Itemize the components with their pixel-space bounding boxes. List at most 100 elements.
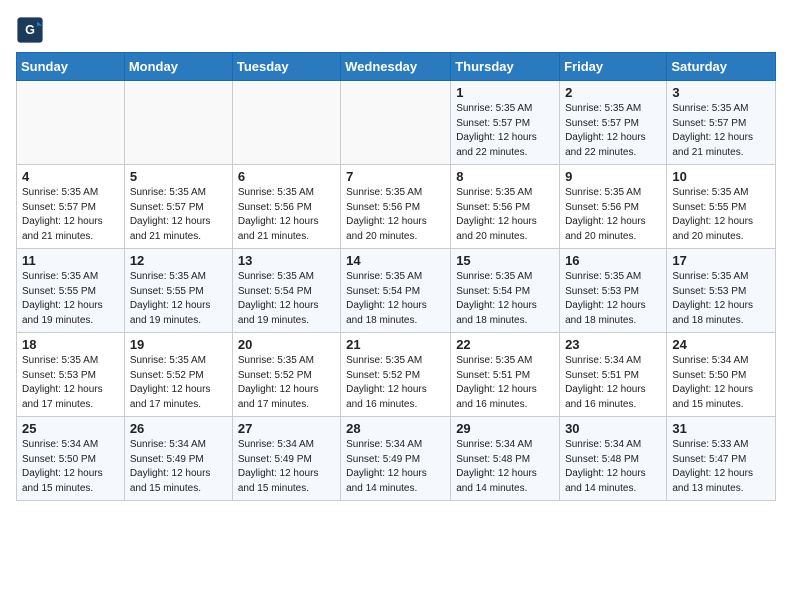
- day-info: Sunrise: 5:35 AM Sunset: 5:57 PM Dayligh…: [22, 186, 119, 244]
- calendar-cell: 7 Sunrise: 5:35 AM Sunset: 5:56 PM Daylig…: [341, 165, 451, 249]
- day-info: Sunrise: 5:35 AM Sunset: 5:54 PM Dayligh…: [346, 270, 445, 328]
- day-number: 2: [565, 85, 661, 100]
- day-number: 29: [456, 421, 554, 436]
- calendar-cell: 10 Sunrise: 5:35 AM Sunset: 5:55 PM Dayli…: [667, 165, 776, 249]
- calendar-cell: 16Sunrise: 5:35 AM Sunset: 5:53 PM Dayli…: [560, 249, 667, 333]
- day-info: Sunrise: 5:35 AM Sunset: 5:57 PM Dayligh…: [456, 102, 554, 160]
- day-number: 6: [238, 169, 335, 184]
- day-info: Sunrise: 5:34 AM Sunset: 5:50 PM Dayligh…: [22, 438, 119, 496]
- calendar-cell: [124, 81, 232, 165]
- day-number: 19: [130, 337, 227, 352]
- calendar-cell: 29 Sunrise: 5:34 AM Sunset: 5:48 PM Dayli…: [451, 417, 560, 501]
- day-number: 13: [238, 253, 335, 268]
- day-info: Sunrise: 5:35 AM Sunset: 5:52 PM Dayligh…: [238, 354, 335, 412]
- calendar-cell: 1 Sunrise: 5:35 AM Sunset: 5:57 PM Daylig…: [451, 81, 560, 165]
- day-info: Sunrise: 5:34 AM Sunset: 5:48 PM Dayligh…: [565, 438, 661, 496]
- day-info: Sunrise: 5:34 AM Sunset: 5:50 PM Dayligh…: [672, 354, 770, 412]
- day-number: 18: [22, 337, 119, 352]
- day-number: 3: [672, 85, 770, 100]
- calendar-cell: 11Sunrise: 5:35 AM Sunset: 5:55 PM Dayli…: [17, 249, 125, 333]
- calendar-week-row: 11Sunrise: 5:35 AM Sunset: 5:55 PM Dayli…: [17, 249, 776, 333]
- day-info: Sunrise: 5:35 AM Sunset: 5:52 PM Dayligh…: [346, 354, 445, 412]
- day-number: 10: [672, 169, 770, 184]
- calendar-cell: 18 Sunrise: 5:35 AM Sunset: 5:53 PM Dayli…: [17, 333, 125, 417]
- day-number: 27: [238, 421, 335, 436]
- day-number: 15: [456, 253, 554, 268]
- day-info: Sunrise: 5:35 AM Sunset: 5:55 PM Dayligh…: [22, 270, 119, 328]
- day-number: 14: [346, 253, 445, 268]
- day-number: 8: [456, 169, 554, 184]
- day-number: 22: [456, 337, 554, 352]
- calendar-cell: [17, 81, 125, 165]
- day-info: Sunrise: 5:35 AM Sunset: 5:56 PM Dayligh…: [565, 186, 661, 244]
- day-info: Sunrise: 5:35 AM Sunset: 5:57 PM Dayligh…: [565, 102, 661, 160]
- calendar-cell: 22 Sunrise: 5:35 AM Sunset: 5:51 PM Dayli…: [451, 333, 560, 417]
- day-number: 20: [238, 337, 335, 352]
- calendar-cell: 21 Sunrise: 5:35 AM Sunset: 5:52 PM Dayli…: [341, 333, 451, 417]
- day-info: Sunrise: 5:35 AM Sunset: 5:57 PM Dayligh…: [672, 102, 770, 160]
- day-number: 5: [130, 169, 227, 184]
- calendar-week-row: 1 Sunrise: 5:35 AM Sunset: 5:57 PM Daylig…: [17, 81, 776, 165]
- day-number: 23: [565, 337, 661, 352]
- calendar-cell: 25Sunrise: 5:34 AM Sunset: 5:50 PM Dayli…: [17, 417, 125, 501]
- calendar-cell: 17 Sunrise: 5:35 AM Sunset: 5:53 PM Dayli…: [667, 249, 776, 333]
- calendar-cell: 19Sunrise: 5:35 AM Sunset: 5:52 PM Dayli…: [124, 333, 232, 417]
- calendar-cell: 3 Sunrise: 5:35 AM Sunset: 5:57 PM Daylig…: [667, 81, 776, 165]
- logo-icon: G: [16, 16, 44, 44]
- day-info: Sunrise: 5:35 AM Sunset: 5:56 PM Dayligh…: [346, 186, 445, 244]
- day-number: 28: [346, 421, 445, 436]
- day-number: 21: [346, 337, 445, 352]
- day-info: Sunrise: 5:35 AM Sunset: 5:55 PM Dayligh…: [130, 270, 227, 328]
- calendar-cell: 8 Sunrise: 5:35 AM Sunset: 5:56 PM Daylig…: [451, 165, 560, 249]
- day-info: Sunrise: 5:33 AM Sunset: 5:47 PM Dayligh…: [672, 438, 770, 496]
- calendar-cell: 6 Sunrise: 5:35 AM Sunset: 5:56 PM Daylig…: [232, 165, 340, 249]
- day-number: 4: [22, 169, 119, 184]
- day-info: Sunrise: 5:35 AM Sunset: 5:53 PM Dayligh…: [22, 354, 119, 412]
- calendar-cell: 27 Sunrise: 5:34 AM Sunset: 5:49 PM Dayli…: [232, 417, 340, 501]
- day-number: 9: [565, 169, 661, 184]
- calendar-cell: 2 Sunrise: 5:35 AM Sunset: 5:57 PM Daylig…: [560, 81, 667, 165]
- day-info: Sunrise: 5:35 AM Sunset: 5:56 PM Dayligh…: [456, 186, 554, 244]
- calendar-week-row: 25Sunrise: 5:34 AM Sunset: 5:50 PM Dayli…: [17, 417, 776, 501]
- weekday-header-tuesday: Tuesday: [232, 53, 340, 81]
- weekday-header-friday: Friday: [560, 53, 667, 81]
- day-info: Sunrise: 5:34 AM Sunset: 5:48 PM Dayligh…: [456, 438, 554, 496]
- calendar-cell: 30 Sunrise: 5:34 AM Sunset: 5:48 PM Dayli…: [560, 417, 667, 501]
- calendar-cell: 5Sunrise: 5:35 AM Sunset: 5:57 PM Daylig…: [124, 165, 232, 249]
- day-number: 24: [672, 337, 770, 352]
- logo: G: [16, 16, 48, 44]
- day-number: 7: [346, 169, 445, 184]
- calendar-cell: 14 Sunrise: 5:35 AM Sunset: 5:54 PM Dayli…: [341, 249, 451, 333]
- calendar-week-row: 4 Sunrise: 5:35 AM Sunset: 5:57 PM Daylig…: [17, 165, 776, 249]
- weekday-header-sunday: Sunday: [17, 53, 125, 81]
- calendar-table: SundayMondayTuesdayWednesdayThursdayFrid…: [16, 52, 776, 501]
- calendar-cell: [232, 81, 340, 165]
- day-info: Sunrise: 5:34 AM Sunset: 5:49 PM Dayligh…: [346, 438, 445, 496]
- calendar-cell: 13Sunrise: 5:35 AM Sunset: 5:54 PM Dayli…: [232, 249, 340, 333]
- calendar-cell: 15 Sunrise: 5:35 AM Sunset: 5:54 PM Dayli…: [451, 249, 560, 333]
- day-info: Sunrise: 5:35 AM Sunset: 5:55 PM Dayligh…: [672, 186, 770, 244]
- day-info: Sunrise: 5:35 AM Sunset: 5:56 PM Dayligh…: [238, 186, 335, 244]
- weekday-header-saturday: Saturday: [667, 53, 776, 81]
- day-info: Sunrise: 5:34 AM Sunset: 5:49 PM Dayligh…: [238, 438, 335, 496]
- day-info: Sunrise: 5:35 AM Sunset: 5:53 PM Dayligh…: [672, 270, 770, 328]
- weekday-header-wednesday: Wednesday: [341, 53, 451, 81]
- day-info: Sunrise: 5:34 AM Sunset: 5:49 PM Dayligh…: [130, 438, 227, 496]
- day-number: 12: [130, 253, 227, 268]
- calendar-cell: 24 Sunrise: 5:34 AM Sunset: 5:50 PM Dayli…: [667, 333, 776, 417]
- day-info: Sunrise: 5:35 AM Sunset: 5:51 PM Dayligh…: [456, 354, 554, 412]
- day-number: 16: [565, 253, 661, 268]
- day-number: 30: [565, 421, 661, 436]
- day-number: 26: [130, 421, 227, 436]
- day-number: 17: [672, 253, 770, 268]
- calendar-cell: [341, 81, 451, 165]
- svg-text:G: G: [25, 23, 35, 37]
- calendar-cell: 4 Sunrise: 5:35 AM Sunset: 5:57 PM Daylig…: [17, 165, 125, 249]
- calendar-cell: 26 Sunrise: 5:34 AM Sunset: 5:49 PM Dayli…: [124, 417, 232, 501]
- calendar-cell: 12 Sunrise: 5:35 AM Sunset: 5:55 PM Dayli…: [124, 249, 232, 333]
- day-number: 1: [456, 85, 554, 100]
- weekday-header-thursday: Thursday: [451, 53, 560, 81]
- calendar-cell: 20 Sunrise: 5:35 AM Sunset: 5:52 PM Dayli…: [232, 333, 340, 417]
- day-info: Sunrise: 5:35 AM Sunset: 5:54 PM Dayligh…: [456, 270, 554, 328]
- calendar-week-row: 18 Sunrise: 5:35 AM Sunset: 5:53 PM Dayli…: [17, 333, 776, 417]
